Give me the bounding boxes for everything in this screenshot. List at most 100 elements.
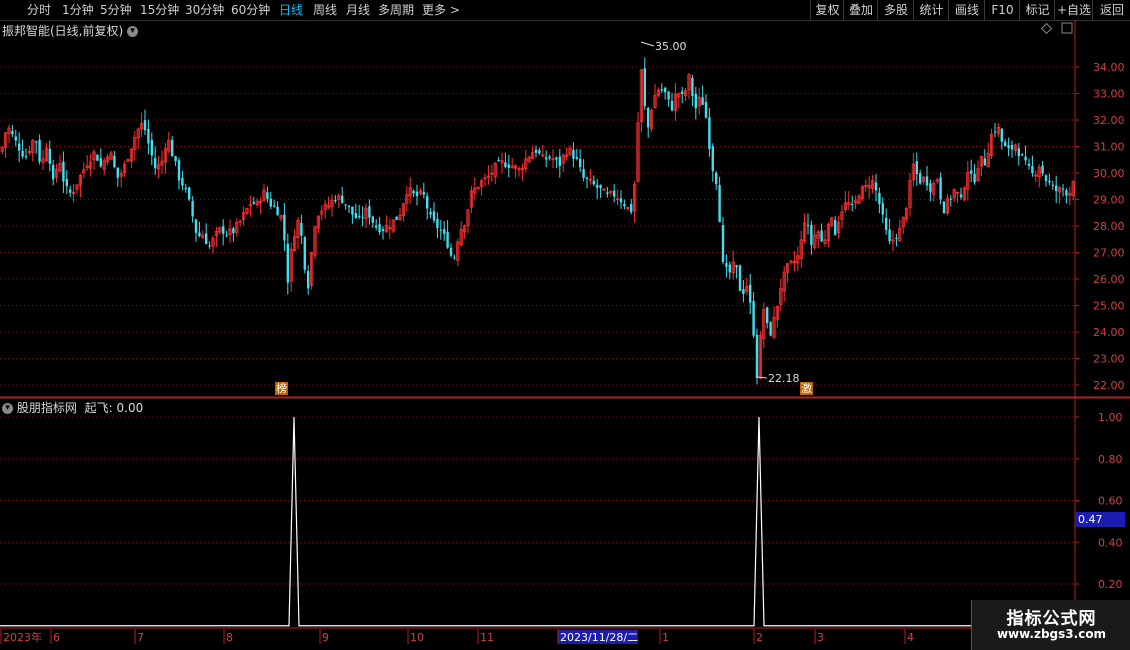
price-tick-label: 27.00	[1093, 247, 1125, 260]
candle-body-down	[225, 234, 228, 236]
candle-body-down	[993, 131, 997, 133]
period-tab-7[interactable]: 周线	[313, 2, 337, 18]
candle-body-down	[181, 177, 184, 186]
period-tab-3[interactable]: 15分钟	[140, 2, 179, 18]
candle-body-down	[874, 182, 878, 191]
candle-body-down	[1007, 145, 1010, 149]
candle-body-down	[395, 216, 398, 220]
period-tab-0[interactable]: 分时	[27, 2, 51, 18]
candle-body-down	[276, 206, 279, 216]
signal-badge-left: 榜	[275, 382, 288, 395]
candle-body-down	[426, 196, 429, 209]
candle-body-down	[599, 184, 602, 189]
candle-body-down	[766, 307, 769, 323]
cursor-value-label: 0.47	[1078, 513, 1103, 526]
candle-body-down	[701, 97, 704, 105]
toolbar-action-7[interactable]: +自选	[1054, 0, 1093, 20]
indicator-tick-label: 0.40	[1098, 536, 1123, 549]
candle-body-down	[439, 229, 442, 231]
candle-body-down	[942, 201, 946, 214]
candle-body-down	[273, 205, 276, 207]
candle-body-down	[177, 160, 181, 181]
candle-body-down	[453, 257, 456, 259]
toolbar-action-4[interactable]: 画线	[948, 0, 985, 20]
candle-body-down	[307, 271, 310, 289]
toolbar-action-8[interactable]: 返回	[1092, 0, 1130, 20]
candle-body-down	[667, 91, 670, 100]
indicator-tick-label: 0.20	[1098, 578, 1123, 591]
candle-body-down	[429, 211, 432, 215]
chevron-down-icon[interactable]: ▾	[127, 26, 139, 37]
candle-body-down	[208, 245, 211, 247]
candle-body-down	[888, 229, 891, 242]
toolbar-action-1[interactable]: 叠加	[843, 0, 878, 20]
period-tab-1[interactable]: 1分钟	[62, 2, 94, 18]
period-tab-10[interactable]: 更多 >	[422, 2, 460, 18]
candle-body-down	[1000, 128, 1003, 142]
period-toolbar: 分时 1分钟 5分钟 15分钟 30分钟 60分钟 日线 周线 月线 多周期 更多 > 复权 叠加 多股统…	[0, 0, 1130, 21]
period-tab-4[interactable]: 30分钟	[185, 2, 224, 18]
candle-body-down	[643, 68, 646, 107]
candle-body-down	[412, 190, 415, 194]
candle-body-down	[147, 128, 150, 144]
candle-body-down	[919, 173, 922, 184]
candle-body-down	[38, 140, 41, 162]
candle-body-down	[24, 156, 28, 158]
candle-body-down	[415, 191, 419, 197]
candle-body-down	[613, 190, 616, 197]
candle-body-down	[572, 149, 575, 159]
candle-body-down	[1021, 154, 1024, 156]
candle-body-down	[548, 156, 551, 159]
toolbar-action-0[interactable]: 复权	[810, 0, 844, 20]
indicator-tick-label: 1.00	[1098, 411, 1123, 424]
candle-body-down	[286, 243, 289, 283]
candle-body-down	[929, 183, 932, 192]
candle-body-down	[184, 187, 187, 189]
diamond-icon	[1040, 22, 1053, 35]
candle-body-down	[1055, 185, 1058, 192]
period-tab-5[interactable]: 60分钟	[231, 2, 270, 18]
chart-area[interactable]: 34.0033.0032.0031.0030.0029.0028.0027.00…	[0, 20, 1130, 650]
period-tab-2[interactable]: 5分钟	[100, 2, 132, 18]
x-axis-label: 3	[817, 631, 824, 644]
candle-body-down	[62, 161, 65, 182]
candle-body-down	[1044, 175, 1048, 181]
candle-body-down	[378, 224, 381, 233]
candle-body-down	[507, 164, 510, 168]
candle-body-down	[21, 150, 24, 157]
signal-line-qifei	[0, 416, 1074, 627]
candle-body-down	[983, 158, 986, 166]
candle-body-down	[925, 176, 929, 186]
candle-body-down	[154, 158, 157, 169]
candle-body-down	[371, 216, 374, 223]
candle-body-down	[198, 232, 201, 237]
toolbar-action-3[interactable]: 统计	[913, 0, 949, 20]
toolbar-action-5[interactable]: F10	[984, 0, 1020, 20]
candle-body-down	[606, 192, 609, 195]
x-axis-label: 7	[137, 631, 144, 644]
candle-body-down	[708, 117, 711, 150]
candle-body-down	[939, 177, 942, 200]
candle-body-down	[174, 156, 177, 162]
candle-body-down	[334, 200, 337, 202]
candle-body-down	[375, 225, 378, 228]
candle-body-down	[834, 219, 837, 235]
x-axis-label: 9	[322, 631, 329, 644]
candle-body-down	[443, 229, 446, 234]
candle-body-down	[449, 247, 453, 256]
period-tab-6[interactable]: 日线	[279, 2, 303, 18]
candle-body-down	[48, 148, 51, 164]
period-tab-9[interactable]: 多周期	[378, 2, 414, 18]
chevron-down-icon[interactable]: ▾	[2, 403, 13, 414]
candle-body-down	[660, 89, 663, 91]
candle-body-down	[681, 91, 684, 95]
toolbar-action-6[interactable]: 标记	[1019, 0, 1055, 20]
toolbar-action-2[interactable]: 多股	[877, 0, 914, 20]
candle-body-down	[381, 229, 385, 231]
candle-body-down	[711, 146, 714, 171]
candle-body-down	[96, 154, 99, 161]
candle-body-down	[116, 167, 119, 178]
candle-body-down	[205, 233, 208, 245]
window-toggle-icon	[1061, 22, 1073, 34]
period-tab-8[interactable]: 月线	[346, 2, 370, 18]
